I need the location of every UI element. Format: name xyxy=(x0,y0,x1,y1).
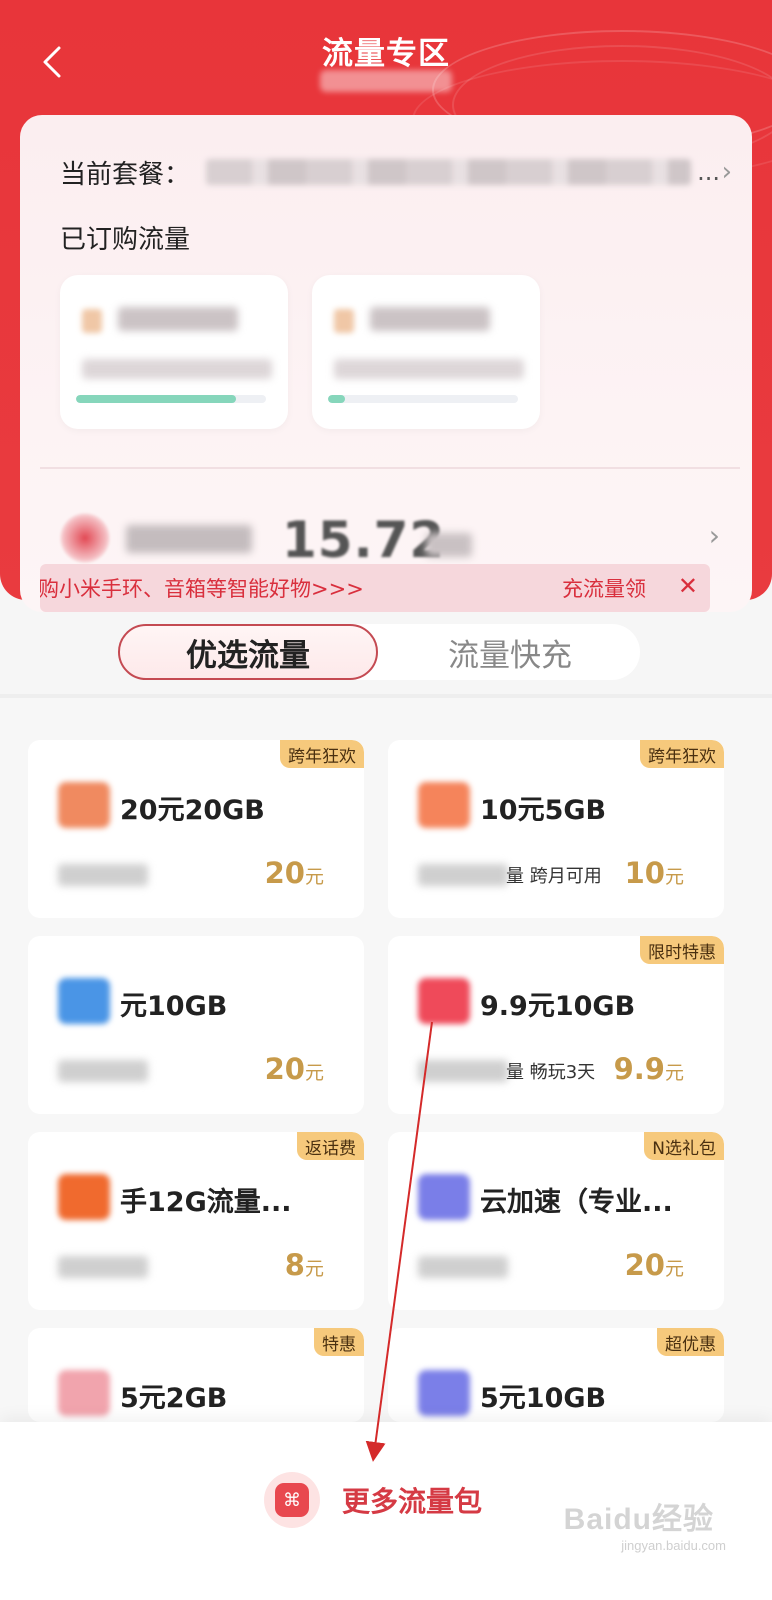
product-desc: 量 跨月可用 xyxy=(506,866,602,887)
product-icon xyxy=(58,782,110,828)
product-card[interactable]: 限时特惠 9.9元10GB 量 畅玩3天 9.9元 xyxy=(388,936,724,1114)
product-card[interactable]: 特惠 5元2GB xyxy=(28,1328,364,1422)
product-icon xyxy=(418,1174,470,1220)
watermark-url: jingyan.baidu.com xyxy=(621,1538,726,1553)
watermark-logo: Baidu经验 xyxy=(563,1503,714,1536)
promo-text-secondary: 充流量领 xyxy=(562,577,646,601)
product-price: 20元 xyxy=(265,856,324,890)
package-progress-bar xyxy=(328,395,518,403)
tab-bar: 优选流量 流量快充 xyxy=(118,624,640,680)
promo-banner[interactable]: 购小米手环、音箱等智能好物>>> 充流量领 ✕ xyxy=(40,564,710,612)
product-title: 元10GB xyxy=(120,991,228,1022)
product-tag: 限时特惠 xyxy=(640,936,724,964)
package-icon xyxy=(82,309,102,333)
product-card[interactable]: 超优惠 5元10GB xyxy=(388,1328,724,1422)
product-title: 云加速（专业... xyxy=(480,1187,673,1218)
tab-preferred-data[interactable]: 优选流量 xyxy=(118,624,378,680)
product-desc-redacted xyxy=(58,1060,148,1082)
price-unit: 元 xyxy=(664,1062,684,1084)
product-desc-redacted xyxy=(418,1256,508,1278)
package-remaining-redacted xyxy=(334,359,524,379)
product-title: 5元10GB xyxy=(480,1383,607,1414)
current-plan-row[interactable]: 当前套餐： ... xyxy=(60,153,720,191)
promo-text: 购小米手环、音箱等智能好物>>> xyxy=(40,577,364,601)
package-progress-fill xyxy=(76,395,236,403)
page-title: 流量专区 xyxy=(322,36,450,72)
package-remaining-redacted xyxy=(82,359,272,379)
product-card[interactable]: 跨年狂欢 10元5GB 量 跨月可用 10元 xyxy=(388,740,724,918)
more-packages-button[interactable]: ⌘ 更多流量包 xyxy=(264,1470,482,1530)
product-tag: 跨年狂欢 xyxy=(280,740,364,768)
product-tag: 超优惠 xyxy=(657,1328,724,1356)
price-unit: 元 xyxy=(304,1258,324,1280)
price-amount: 9.9 xyxy=(613,1052,665,1086)
product-title: 手12G流量... xyxy=(120,1187,292,1218)
price-unit: 元 xyxy=(304,866,324,888)
package-name-redacted xyxy=(370,307,490,331)
product-desc-redacted xyxy=(58,864,148,886)
product-tag: N选礼包 xyxy=(644,1132,724,1160)
product-price: 20元 xyxy=(625,1248,684,1282)
package-icon xyxy=(334,309,354,333)
balance-label-redacted xyxy=(126,525,252,553)
package-progress-fill xyxy=(328,395,346,403)
more-packages-label: 更多流量包 xyxy=(342,1485,483,1518)
product-icon xyxy=(418,978,470,1024)
product-tag: 跨年狂欢 xyxy=(640,740,724,768)
product-title: 9.9元10GB xyxy=(480,991,636,1022)
gift-bag-icon: ⌘ xyxy=(264,1472,320,1528)
product-desc-redacted xyxy=(58,1256,148,1278)
price-amount: 8 xyxy=(284,1248,305,1282)
plan-ellipsis: ... xyxy=(697,158,720,186)
product-icon xyxy=(58,1370,110,1416)
product-price: 10元 xyxy=(625,856,684,890)
divider xyxy=(40,467,740,469)
product-title: 5元2GB xyxy=(120,1383,228,1414)
current-plan-value-redacted xyxy=(206,159,692,185)
current-plan-label: 当前套餐： xyxy=(60,159,191,190)
page-subtitle-redacted xyxy=(320,70,452,92)
product-icon xyxy=(418,1370,470,1416)
subscribed-package-card[interactable] xyxy=(60,275,288,429)
package-name-redacted xyxy=(118,307,238,331)
product-desc-redacted xyxy=(418,864,508,886)
price-amount: 20 xyxy=(624,1248,665,1282)
balance-icon xyxy=(60,513,110,563)
close-icon[interactable]: ✕ xyxy=(678,572,698,600)
product-card[interactable]: N选礼包云加速（专业... 20元 xyxy=(388,1132,724,1310)
data-balance-row[interactable]: 15.72 › xyxy=(60,507,730,569)
price-amount: 10 xyxy=(624,856,665,890)
product-icon xyxy=(58,1174,110,1220)
price-unit: 元 xyxy=(664,1258,684,1280)
price-unit: 元 xyxy=(304,1062,324,1084)
balance-unit-redacted xyxy=(426,533,472,557)
account-summary-card: 当前套餐： ... › 已订购流量 15.72 › xyxy=(20,115,752,612)
package-progress-bar xyxy=(76,395,266,403)
chevron-right-icon[interactable]: › xyxy=(722,157,732,187)
product-price: 8元 xyxy=(285,1248,324,1282)
product-price: 20元 xyxy=(265,1052,324,1086)
product-card[interactable]: 返话费 手12G流量... 8元 xyxy=(28,1132,364,1310)
product-price: 9.9元 xyxy=(614,1052,684,1086)
product-title: 10元5GB xyxy=(480,795,607,826)
subscribed-section-title: 已订购流量 xyxy=(60,225,191,255)
product-tag: 返话费 xyxy=(297,1132,364,1160)
price-amount: 20 xyxy=(264,856,305,890)
product-card[interactable]: 元10GB 20元 xyxy=(28,936,364,1114)
product-card[interactable]: 跨年狂欢 20元20GB 20元 xyxy=(28,740,364,918)
subscribed-package-card[interactable] xyxy=(312,275,540,429)
product-desc: 量 畅玩3天 xyxy=(506,1062,596,1083)
product-title: 20元20GB xyxy=(120,795,265,826)
product-icon xyxy=(418,782,470,828)
price-amount: 20 xyxy=(264,1052,305,1086)
price-unit: 元 xyxy=(664,866,684,888)
chevron-right-icon[interactable]: › xyxy=(709,519,720,552)
product-icon xyxy=(58,978,110,1024)
tab-quick-recharge[interactable]: 流量快充 xyxy=(380,624,640,680)
balance-value: 15.72 xyxy=(282,511,446,569)
product-tag: 特惠 xyxy=(314,1328,364,1356)
product-desc-redacted xyxy=(418,1060,508,1082)
